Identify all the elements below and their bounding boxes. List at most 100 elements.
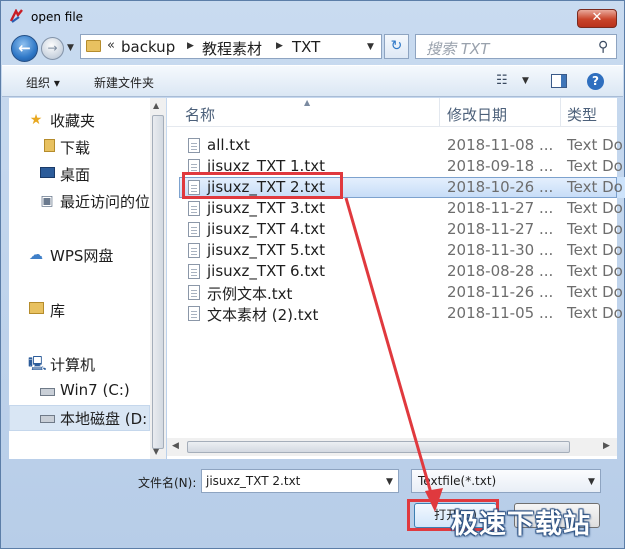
scroll-down-icon[interactable]: ▼ (153, 447, 159, 456)
sidebar-item-downloads[interactable]: 下载 (9, 136, 150, 158)
sidebar-item-recent[interactable]: ▣ 最近访问的位 (9, 190, 150, 212)
file-date: 2018-08-28 ... (447, 262, 554, 280)
file-row[interactable]: jisuxz_TXT 6.txt 2018-08-28 ... Text Do (179, 261, 625, 282)
filename-value[interactable]: jisuxz_TXT 2.txt (206, 474, 300, 488)
command-toolbar: 组织 ▾ 新建文件夹 ☷ ▼ ? (2, 65, 623, 97)
file-type: Text Do (567, 178, 623, 196)
nav-scrollbar[interactable]: ▲ ▼ (150, 98, 166, 459)
scroll-thumb[interactable] (187, 441, 570, 453)
search-box[interactable]: 搜索 TXT ⚲ (415, 34, 617, 59)
text-file-icon (188, 138, 200, 153)
drive-icon (39, 410, 55, 426)
file-type: Text Do (567, 283, 623, 301)
column-header-date[interactable]: 修改日期 (447, 104, 507, 125)
filetype-value[interactable]: Textfile(*.txt) (418, 474, 496, 488)
sidebar-item-label: WPS网盘 (50, 247, 114, 265)
file-date: 2018-11-30 ... (447, 241, 554, 259)
sidebar-item-wps-cloud[interactable]: ☁ WPS网盘 (9, 244, 150, 266)
refresh-button[interactable]: ↻ (384, 34, 409, 59)
sidebar-item-drive-c[interactable]: Win7 (C:) (9, 380, 150, 402)
filename-field[interactable]: jisuxz_TXT 2.txt ▼ (201, 469, 399, 493)
file-name: jisuxz_TXT 3.txt (207, 199, 325, 217)
sidebar-item-label: Win7 (C:) (60, 381, 130, 399)
sidebar-item-favorites[interactable]: ★ 收藏夹 (9, 109, 150, 131)
file-row[interactable]: 示例文本.txt 2018-11-26 ... Text Do (179, 282, 625, 303)
file-type: Text Do (567, 199, 623, 217)
column-header-type[interactable]: 类型 (567, 104, 597, 125)
scroll-right-icon[interactable]: ▶ (603, 441, 610, 451)
text-file-icon (188, 243, 200, 258)
file-date: 2018-09-18 ... (447, 157, 554, 175)
view-options-icon[interactable]: ☷ (496, 73, 508, 88)
filename-label: 文件名(N): (138, 476, 197, 490)
file-type: Text Do (567, 262, 623, 280)
close-button[interactable]: ✕ (577, 9, 617, 28)
chevron-down-icon[interactable]: ▼ (367, 42, 374, 52)
file-date: 2018-11-27 ... (447, 199, 554, 217)
text-file-icon (188, 264, 200, 279)
file-type: Text Do (567, 304, 623, 322)
organize-button[interactable]: 组织 ▾ (26, 74, 60, 91)
download-folder-icon (41, 139, 57, 155)
breadcrumb-backup[interactable]: backup (121, 38, 175, 56)
file-name: 文本素材 (2).txt (207, 306, 319, 324)
sidebar-item-label: 最近访问的位 (60, 193, 150, 211)
column-divider[interactable] (560, 98, 561, 126)
filetype-select[interactable]: Textfile(*.txt) ▼ (411, 469, 601, 493)
file-list: ▲ 名称 修改日期 类型 all.txt 2018-11-08 ... Text D… (167, 98, 625, 459)
chevron-down-icon[interactable]: ▼ (386, 477, 393, 487)
search-placeholder[interactable]: 搜索 TXT (426, 38, 489, 59)
sidebar-item-drive-d[interactable]: 本地磁盘 (D: (9, 407, 150, 429)
text-file-icon (188, 201, 200, 216)
search-icon[interactable]: ⚲ (598, 39, 608, 55)
column-header-name[interactable]: 名称 (185, 104, 215, 125)
file-name: jisuxz_TXT 4.txt (207, 220, 325, 238)
watermark-text: 极速下载站 (451, 509, 591, 540)
star-icon: ★ (29, 112, 43, 128)
breadcrumb-tutorial[interactable]: 教程素材 (202, 38, 262, 59)
recent-places-icon: ▣ (40, 193, 54, 209)
file-type: Text Do (567, 136, 623, 154)
history-dropdown-icon[interactable]: ▼ (67, 43, 74, 53)
back-button[interactable]: ← (11, 35, 38, 62)
sidebar-item-libraries[interactable]: 库 (9, 299, 150, 321)
file-date: 2018-11-27 ... (447, 220, 554, 238)
new-folder-button[interactable]: 新建文件夹 (94, 74, 154, 91)
file-row[interactable]: jisuxz_TXT 3.txt 2018-11-27 ... Text Do (179, 198, 625, 219)
chevron-right-icon[interactable]: ▶ (187, 41, 194, 51)
chevron-right-icon[interactable]: ▶ (276, 41, 283, 51)
help-icon[interactable]: ? (587, 73, 604, 90)
sidebar-item-desktop[interactable]: 桌面 (9, 163, 150, 185)
sidebar-item-label: 本地磁盘 (D: (60, 410, 148, 428)
column-divider[interactable] (439, 98, 440, 126)
sidebar-item-computer[interactable]: 🖳 计算机 (9, 353, 150, 375)
address-overflow[interactable]: « (107, 38, 115, 53)
folder-icon (86, 40, 101, 52)
preview-pane-icon[interactable] (551, 74, 567, 88)
chevron-down-icon[interactable]: ▼ (588, 477, 595, 487)
scroll-left-icon[interactable]: ◀ (172, 441, 179, 451)
file-type: Text Do (567, 241, 623, 259)
sidebar-item-label: 桌面 (60, 166, 91, 184)
open-file-dialog: open file ✕ ← → ▼ « backup ▶ 教程素材 ▶ TXT … (0, 0, 625, 549)
file-row[interactable]: jisuxz_TXT 4.txt 2018-11-27 ... Text Do (179, 219, 625, 240)
horizontal-scrollbar[interactable]: ◀ ▶ (167, 438, 617, 456)
address-bar[interactable]: « backup ▶ 教程素材 ▶ TXT ▼ (80, 34, 382, 59)
scroll-thumb[interactable] (152, 115, 164, 449)
forward-button[interactable]: → (41, 37, 64, 60)
file-row[interactable]: 文本素材 (2).txt 2018-11-05 ... Text Do (179, 303, 625, 324)
text-file-icon (188, 222, 200, 237)
navigation-pane: ★ 收藏夹 下载 桌面 ▣ 最近访问的位 ☁ WPS网盘 库 🖳 计算机 Win… (9, 98, 166, 459)
file-name: all.txt (207, 136, 250, 154)
column-header-row: ▲ 名称 修改日期 类型 (167, 98, 617, 127)
file-row[interactable]: jisuxz_TXT 5.txt 2018-11-30 ... Text Do (179, 240, 625, 261)
sidebar-item-label: 计算机 (50, 356, 96, 374)
scroll-up-icon[interactable]: ▲ (153, 101, 159, 110)
breadcrumb-txt[interactable]: TXT (292, 38, 320, 56)
file-date: 2018-11-26 ... (447, 283, 554, 301)
chevron-down-icon[interactable]: ▼ (522, 76, 529, 86)
cloud-icon: ☁ (29, 247, 43, 263)
text-file-icon (188, 306, 200, 321)
title-bar: open file ✕ (1, 1, 624, 31)
file-row[interactable]: all.txt 2018-11-08 ... Text Do (179, 135, 625, 156)
